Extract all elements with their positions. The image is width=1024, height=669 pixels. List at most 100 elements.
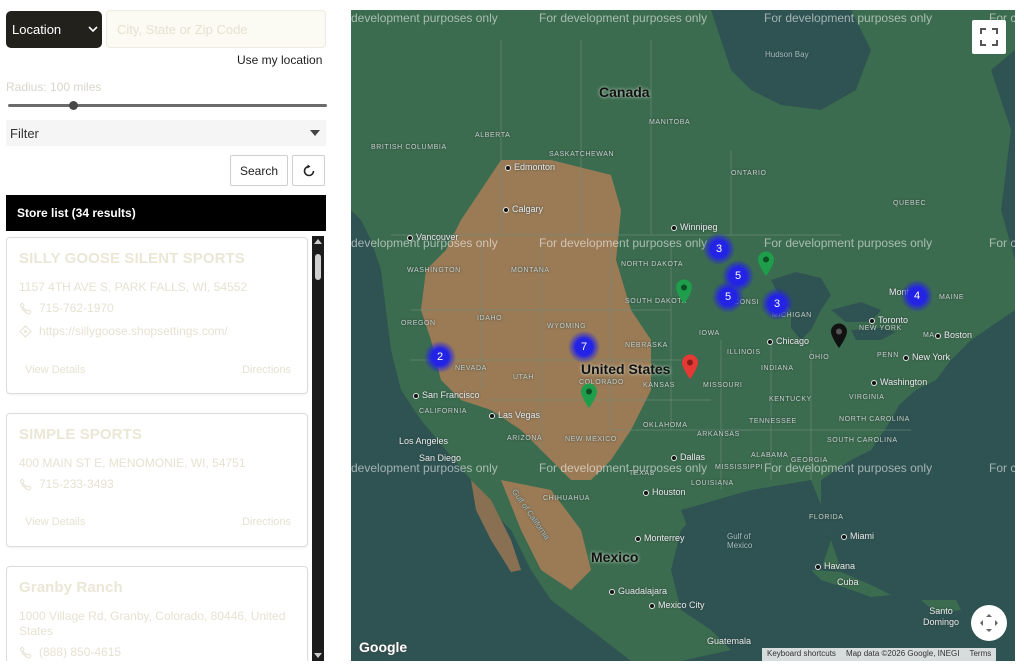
country-label-canada: Canada [599, 84, 650, 100]
store-list-scrollbar[interactable] [312, 236, 324, 661]
store-address: 1000 Village Rd, Granby, Colorado, 80446… [19, 609, 286, 638]
reset-button[interactable] [292, 155, 325, 186]
map-camera-control-icon [980, 614, 998, 632]
search-button[interactable]: Search [230, 155, 288, 186]
store-phone[interactable]: 715-233-3493 [39, 477, 114, 491]
radius-slider-track[interactable] [8, 104, 327, 107]
map-label: ILLINOIS [727, 349, 761, 356]
phone-icon [19, 477, 32, 491]
store-list-header: Store list (34 results) [6, 195, 326, 231]
map-label: Gulf of Mexico [727, 532, 753, 550]
store-phone[interactable]: 715-762-1970 [39, 301, 114, 315]
refresh-icon [303, 164, 314, 176]
map-label: MISSOURI [703, 382, 743, 389]
store-card[interactable]: SIMPLE SPORTS 400 MAIN ST E, MENOMONIE, … [6, 413, 308, 547]
store-address: 1157 4TH AVE S, PARK FALLS, WI, 54552 [19, 280, 248, 294]
map-label: BRITISH COLUMBIA [371, 144, 447, 151]
map-label: WYOMING [547, 323, 587, 330]
store-card[interactable]: SILLY GOOSE SILENT SPORTS 1157 4TH AVE S… [6, 237, 308, 394]
store-pin-icon[interactable] [580, 383, 598, 409]
store-pin-icon[interactable] [675, 279, 693, 305]
keyboard-shortcuts-link[interactable]: Keyboard shortcuts [762, 648, 841, 661]
view-details-link[interactable]: View Details [25, 364, 85, 376]
map-label: UTAH [513, 374, 534, 381]
map-label: NEW YORK [859, 325, 902, 332]
map-label: IOWA [699, 330, 720, 337]
dev-watermark: For c [989, 236, 1015, 250]
fullscreen-button[interactable] [972, 20, 1006, 54]
store-website-row: https://sillygoose.shopsettings.com/ [19, 324, 228, 338]
fullscreen-icon [980, 28, 998, 46]
map-label: PENN [877, 352, 899, 359]
map-label: MONTANA [511, 267, 550, 274]
marker-cluster[interactable]: 4 [901, 280, 933, 312]
dev-watermark: For development purposes only [764, 11, 933, 25]
store-map[interactable]: development purposes only For developmen… [351, 10, 1015, 661]
city-label: Monterrey [635, 533, 685, 543]
city-label: Los Angeles [399, 436, 449, 446]
location-type-select[interactable]: Location [6, 11, 102, 48]
country-label-mexico: Mexico [591, 549, 639, 565]
map-label: MISSISSIPPI [715, 464, 764, 471]
map-label: OHIO [809, 354, 830, 361]
map-label: TENNESSEE [749, 418, 797, 425]
city-label: Havana [815, 561, 855, 571]
location-input[interactable]: City, State or Zip Code [106, 10, 326, 48]
view-details-link[interactable]: View Details [25, 516, 85, 528]
map-label: MA [923, 332, 935, 339]
city-label: Las Vegas [489, 410, 540, 420]
map-camera-control-button[interactable] [971, 605, 1007, 641]
map-label: ARKANSAS [697, 431, 740, 438]
location-select-label: Location [12, 22, 62, 37]
city-label: Calgary [503, 204, 543, 214]
store-website[interactable]: https://sillygoose.shopsettings.com/ [39, 324, 228, 338]
store-pin-icon[interactable] [681, 354, 699, 380]
scrollbar-thumb[interactable] [315, 254, 321, 280]
city-label: San Francisco [413, 390, 480, 400]
marker-cluster[interactable]: 5 [712, 281, 744, 313]
map-label: OREGON [401, 320, 436, 327]
map-label: LOUISIANA [691, 480, 734, 487]
marker-cluster[interactable]: 7 [568, 331, 600, 363]
map-label: ARIZONA [507, 435, 543, 442]
dev-watermark: development purposes only [351, 461, 498, 475]
city-label: Winnipeg [671, 222, 718, 232]
scroll-up-arrow-icon[interactable] [314, 239, 322, 244]
use-my-location-link[interactable]: Use my location [237, 53, 322, 67]
store-list[interactable]: SILLY GOOSE SILENT SPORTS 1157 4TH AVE S… [6, 231, 326, 661]
location-input-placeholder: City, State or Zip Code [117, 21, 248, 37]
store-card[interactable]: Granby Ranch 1000 Village Rd, Granby, Co… [6, 566, 308, 661]
directions-link[interactable]: Directions [242, 516, 291, 528]
map-label: CALIFORNIA [419, 408, 468, 415]
marker-cluster[interactable]: 3 [703, 233, 735, 265]
marker-cluster[interactable]: 2 [424, 341, 456, 373]
map-label: QUEBEC [893, 200, 927, 207]
store-phone[interactable]: (888) 850-4615 [39, 645, 121, 659]
filter-select[interactable]: Filter [6, 120, 326, 146]
store-pin-icon[interactable] [757, 251, 775, 277]
store-pin-icon[interactable] [830, 323, 848, 349]
filter-label: Filter [10, 125, 39, 141]
directions-link[interactable]: Directions [242, 364, 291, 376]
map-label: TEXAS [629, 470, 655, 477]
map-attribution: Keyboard shortcuts Map data ©2026 Google… [762, 648, 997, 661]
dev-watermark: For development purposes only [764, 236, 933, 250]
map-label: Guatemala [707, 636, 752, 646]
scroll-down-arrow-icon[interactable] [314, 653, 322, 658]
map-label: ALBERTA [475, 132, 511, 139]
dev-watermark: For c [989, 461, 1015, 475]
store-phone-row: (888) 850-4615 [19, 645, 121, 659]
map-label: NEBRASKA [625, 342, 668, 349]
map-label: CHIHUAHUA [543, 495, 591, 502]
map-label: WASHINGTON [407, 267, 461, 274]
city-label: Toronto [869, 315, 908, 325]
store-phone-row: 715-233-3493 [19, 477, 114, 491]
map-label: MAINE [939, 294, 965, 301]
radius-slider-thumb[interactable] [69, 101, 78, 110]
map-label: NEVADA [455, 365, 487, 372]
terms-link[interactable]: Terms [964, 648, 996, 661]
dev-watermark: development purposes only [351, 11, 498, 25]
marker-cluster[interactable]: 3 [761, 288, 793, 320]
city-label: Houston [643, 487, 686, 497]
location-search-row: Location City, State or Zip Code [6, 10, 326, 48]
